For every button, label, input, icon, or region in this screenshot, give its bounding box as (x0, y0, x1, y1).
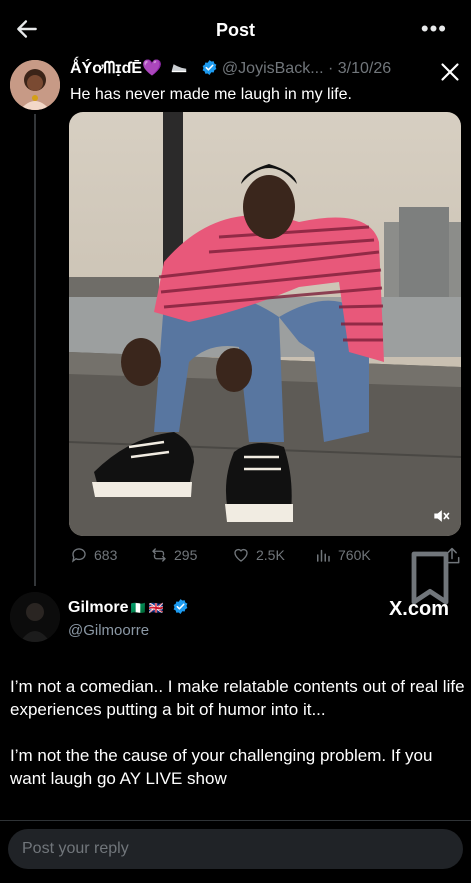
verified-badge-icon (173, 599, 188, 614)
avatar[interactable] (10, 60, 60, 110)
author-name[interactable]: ǺÝơᗰɪ̣ɗĒ (70, 60, 142, 77)
post-media-photo[interactable] (69, 112, 461, 536)
avatar[interactable] (10, 592, 60, 642)
repost-icon (152, 548, 166, 562)
reply-placeholder: Post your reply (22, 840, 129, 857)
quoted-paragraph: I’m not a comedian.. I make relatable co… (10, 677, 465, 719)
verified-badge-icon (202, 60, 217, 75)
quoted-display-name: Gilmore (68, 599, 129, 616)
quoted-paragraph: I’m not the the cause of your challengin… (10, 746, 433, 788)
views-bar-chart-icon (317, 549, 330, 562)
top-bar: Post ••• (0, 0, 471, 60)
tweet-text: He has never made me laugh in my life. (70, 86, 352, 103)
action-bar: 683 295 2.5K 760K (68, 542, 462, 605)
repost-button[interactable]: 295 (150, 546, 197, 564)
like-button[interactable]: 2.5K (232, 546, 285, 564)
flag-emojis: 🇳🇬 🇬🇧 (130, 601, 164, 615)
tweet-header: ǺÝơᗰɪ̣ɗĒ💜 @JoyisBack... · 3/10/26 (70, 58, 430, 82)
reply-button[interactable]: 683 (70, 546, 117, 564)
shoe-emoji-icon (172, 64, 187, 73)
quoted-author-handle[interactable]: @Gilmoorre (68, 622, 149, 639)
source-label: X.com (388, 598, 449, 620)
thread-line (34, 114, 36, 586)
heart-icon (234, 548, 248, 562)
views-count: 760K (338, 547, 371, 563)
reply-input[interactable]: Post your reply (8, 829, 463, 869)
purple-heart-emoji: 💜 (142, 60, 163, 77)
divider (0, 820, 471, 821)
quoted-author-name[interactable]: Gilmore 🇳🇬 🇬🇧 (68, 598, 193, 617)
like-count: 2.5K (256, 547, 285, 563)
x-logo-icon (441, 63, 459, 81)
mute-icon[interactable] (431, 506, 451, 526)
repost-count: 295 (174, 547, 198, 563)
post-date: · 3/10/26 (327, 60, 392, 77)
reply-count: 683 (94, 547, 118, 563)
author-handle[interactable]: @JoyisBack... (222, 60, 324, 77)
quoted-text: I’m not a comedian.. I make relatable co… (10, 675, 465, 813)
page-title: Post (215, 20, 255, 40)
views-button[interactable]: 760K (314, 546, 371, 564)
reply-icon (71, 548, 86, 563)
share-icon[interactable] (442, 546, 462, 566)
more-options-icon[interactable]: ••• (421, 16, 447, 42)
